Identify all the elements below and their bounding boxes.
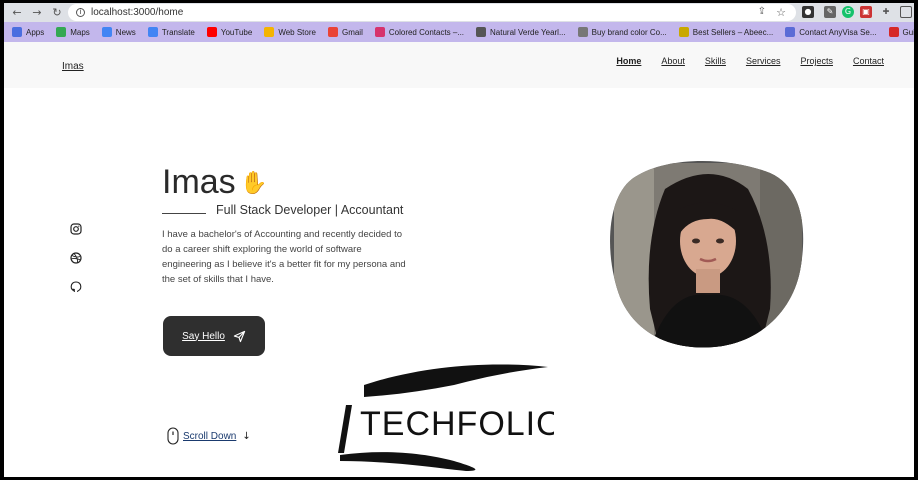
extension-icon[interactable]: ●: [802, 6, 814, 18]
bookmark-label: Guide 5551 - Apply...: [902, 27, 914, 37]
doc-favicon-icon: [785, 27, 796, 37]
bookmarks-bar: Apps Maps News Translate YouTube Web Store Gma…: [4, 22, 914, 42]
bookmark-label: YouTube: [220, 27, 253, 37]
translate-icon: [147, 27, 158, 37]
hero-title: Imas: [162, 163, 236, 201]
bookmark-item[interactable]: Translate: [147, 27, 195, 37]
techfolio-logo: TECHFOLIO: [338, 364, 554, 471]
extension-icon[interactable]: ▣: [860, 6, 872, 18]
instagram-icon[interactable]: [70, 223, 82, 235]
bookmark-label: Buy brand color Co...: [591, 27, 667, 37]
nav-link-skills[interactable]: Skills: [705, 56, 726, 66]
forward-arrow-icon[interactable]: →: [30, 6, 44, 20]
url-text: localhost:3000/home: [91, 7, 184, 18]
bookmark-label: Web Store: [278, 27, 316, 37]
nav-link-home[interactable]: Home: [616, 56, 641, 66]
bookmark-label: Gmail: [341, 27, 363, 37]
bookmark-item[interactable]: Colored Contacts –...: [374, 27, 465, 37]
say-hello-button[interactable]: Say Hello: [163, 316, 265, 356]
web-store-icon: [264, 27, 275, 37]
say-hello-label: Say Hello: [182, 330, 225, 342]
bookmark-item[interactable]: Guide 5551 - Apply...: [888, 27, 914, 37]
k-favicon-icon: [678, 27, 689, 37]
bookmark-label: Apps: [26, 27, 45, 37]
browser-toolbar: ← → ↻ i localhost:3000/home ⇪ ☆ ● ✎ G ▣ …: [4, 3, 914, 22]
bookmark-label: Maps: [70, 27, 90, 37]
nav-link-projects[interactable]: Projects: [800, 56, 833, 66]
gmail-icon: [327, 27, 338, 37]
maps-pin-icon: [56, 27, 67, 37]
back-arrow-icon[interactable]: ←: [10, 6, 24, 20]
puzzle-extensions-icon[interactable]: ✚: [880, 6, 892, 18]
reload-icon[interactable]: ↻: [50, 6, 64, 20]
bookmark-label: Best Sellers – Abeec...: [692, 27, 774, 37]
send-icon: [233, 330, 246, 342]
bookmark-item[interactable]: Web Store: [264, 27, 316, 37]
dribbble-icon[interactable]: [70, 252, 82, 264]
bookmark-star-icon[interactable]: ☆: [776, 6, 786, 19]
scroll-down-label: Scroll Down: [183, 430, 237, 442]
main-nav: Home About Skills Services Projects Cont…: [596, 56, 884, 66]
globe-icon: [476, 27, 487, 37]
hero-description: I have a bachelor's of Accounting and re…: [162, 229, 406, 285]
bookmark-item[interactable]: News: [101, 27, 136, 37]
techfolio-text: TECHFOLIO: [360, 405, 554, 443]
bookmark-item[interactable]: Contact AnyVisa Se...: [785, 27, 877, 37]
bookmark-label: Translate: [161, 27, 195, 37]
h-favicon-icon: [374, 27, 385, 37]
nav-link-contact[interactable]: Contact: [853, 56, 884, 66]
scroll-down-link[interactable]: Scroll Down ↓: [167, 427, 251, 445]
nav-link-about[interactable]: About: [661, 56, 685, 66]
share-icon[interactable]: ⇪: [758, 6, 766, 17]
bookmark-label: Contact AnyVisa Se...: [799, 27, 877, 37]
bookmark-item[interactable]: YouTube: [206, 27, 253, 37]
grammarly-icon[interactable]: G: [842, 6, 854, 18]
browser-window: ← → ↻ i localhost:3000/home ⇪ ☆ ● ✎ G ▣ …: [4, 3, 914, 477]
subtitle-divider: [162, 213, 206, 214]
bookmark-item[interactable]: Maps: [56, 27, 90, 37]
site-header: Imas Home About Skills Services Projects…: [4, 42, 914, 88]
profile-photo: [610, 160, 804, 348]
address-bar[interactable]: i localhost:3000/home ⇪ ☆: [68, 4, 796, 21]
bookmark-item[interactable]: Gmail: [327, 27, 363, 37]
news-icon: [101, 27, 112, 37]
bookmark-label: News: [115, 27, 136, 37]
arrow-down-icon: ↓: [242, 430, 251, 442]
bookmark-label: Colored Contacts –...: [388, 27, 465, 37]
apps-grid-icon: [12, 27, 22, 37]
github-icon[interactable]: [70, 281, 82, 293]
youtube-icon: [206, 27, 217, 37]
mouse-icon: [167, 427, 179, 445]
nav-link-services[interactable]: Services: [746, 56, 781, 66]
bookmark-item[interactable]: Natural Verde Yearl...: [476, 27, 566, 37]
brand-favicon-icon: [577, 27, 588, 37]
side-panel-icon[interactable]: [900, 6, 912, 18]
waving-hand-icon: ✋: [240, 171, 268, 196]
bookmark-item[interactable]: Best Sellers – Abeec...: [678, 27, 774, 37]
site-logo[interactable]: Imas: [62, 61, 84, 72]
hero-subtitle: Full Stack Developer | Accountant: [216, 203, 404, 217]
maple-leaf-icon: [888, 27, 899, 37]
bookmark-item[interactable]: Apps: [12, 27, 44, 37]
bookmark-label: Natural Verde Yearl...: [490, 27, 566, 37]
extension-icon[interactable]: ✎: [824, 6, 836, 18]
site-info-icon[interactable]: i: [76, 8, 85, 17]
bookmark-item[interactable]: Buy brand color Co...: [577, 27, 667, 37]
